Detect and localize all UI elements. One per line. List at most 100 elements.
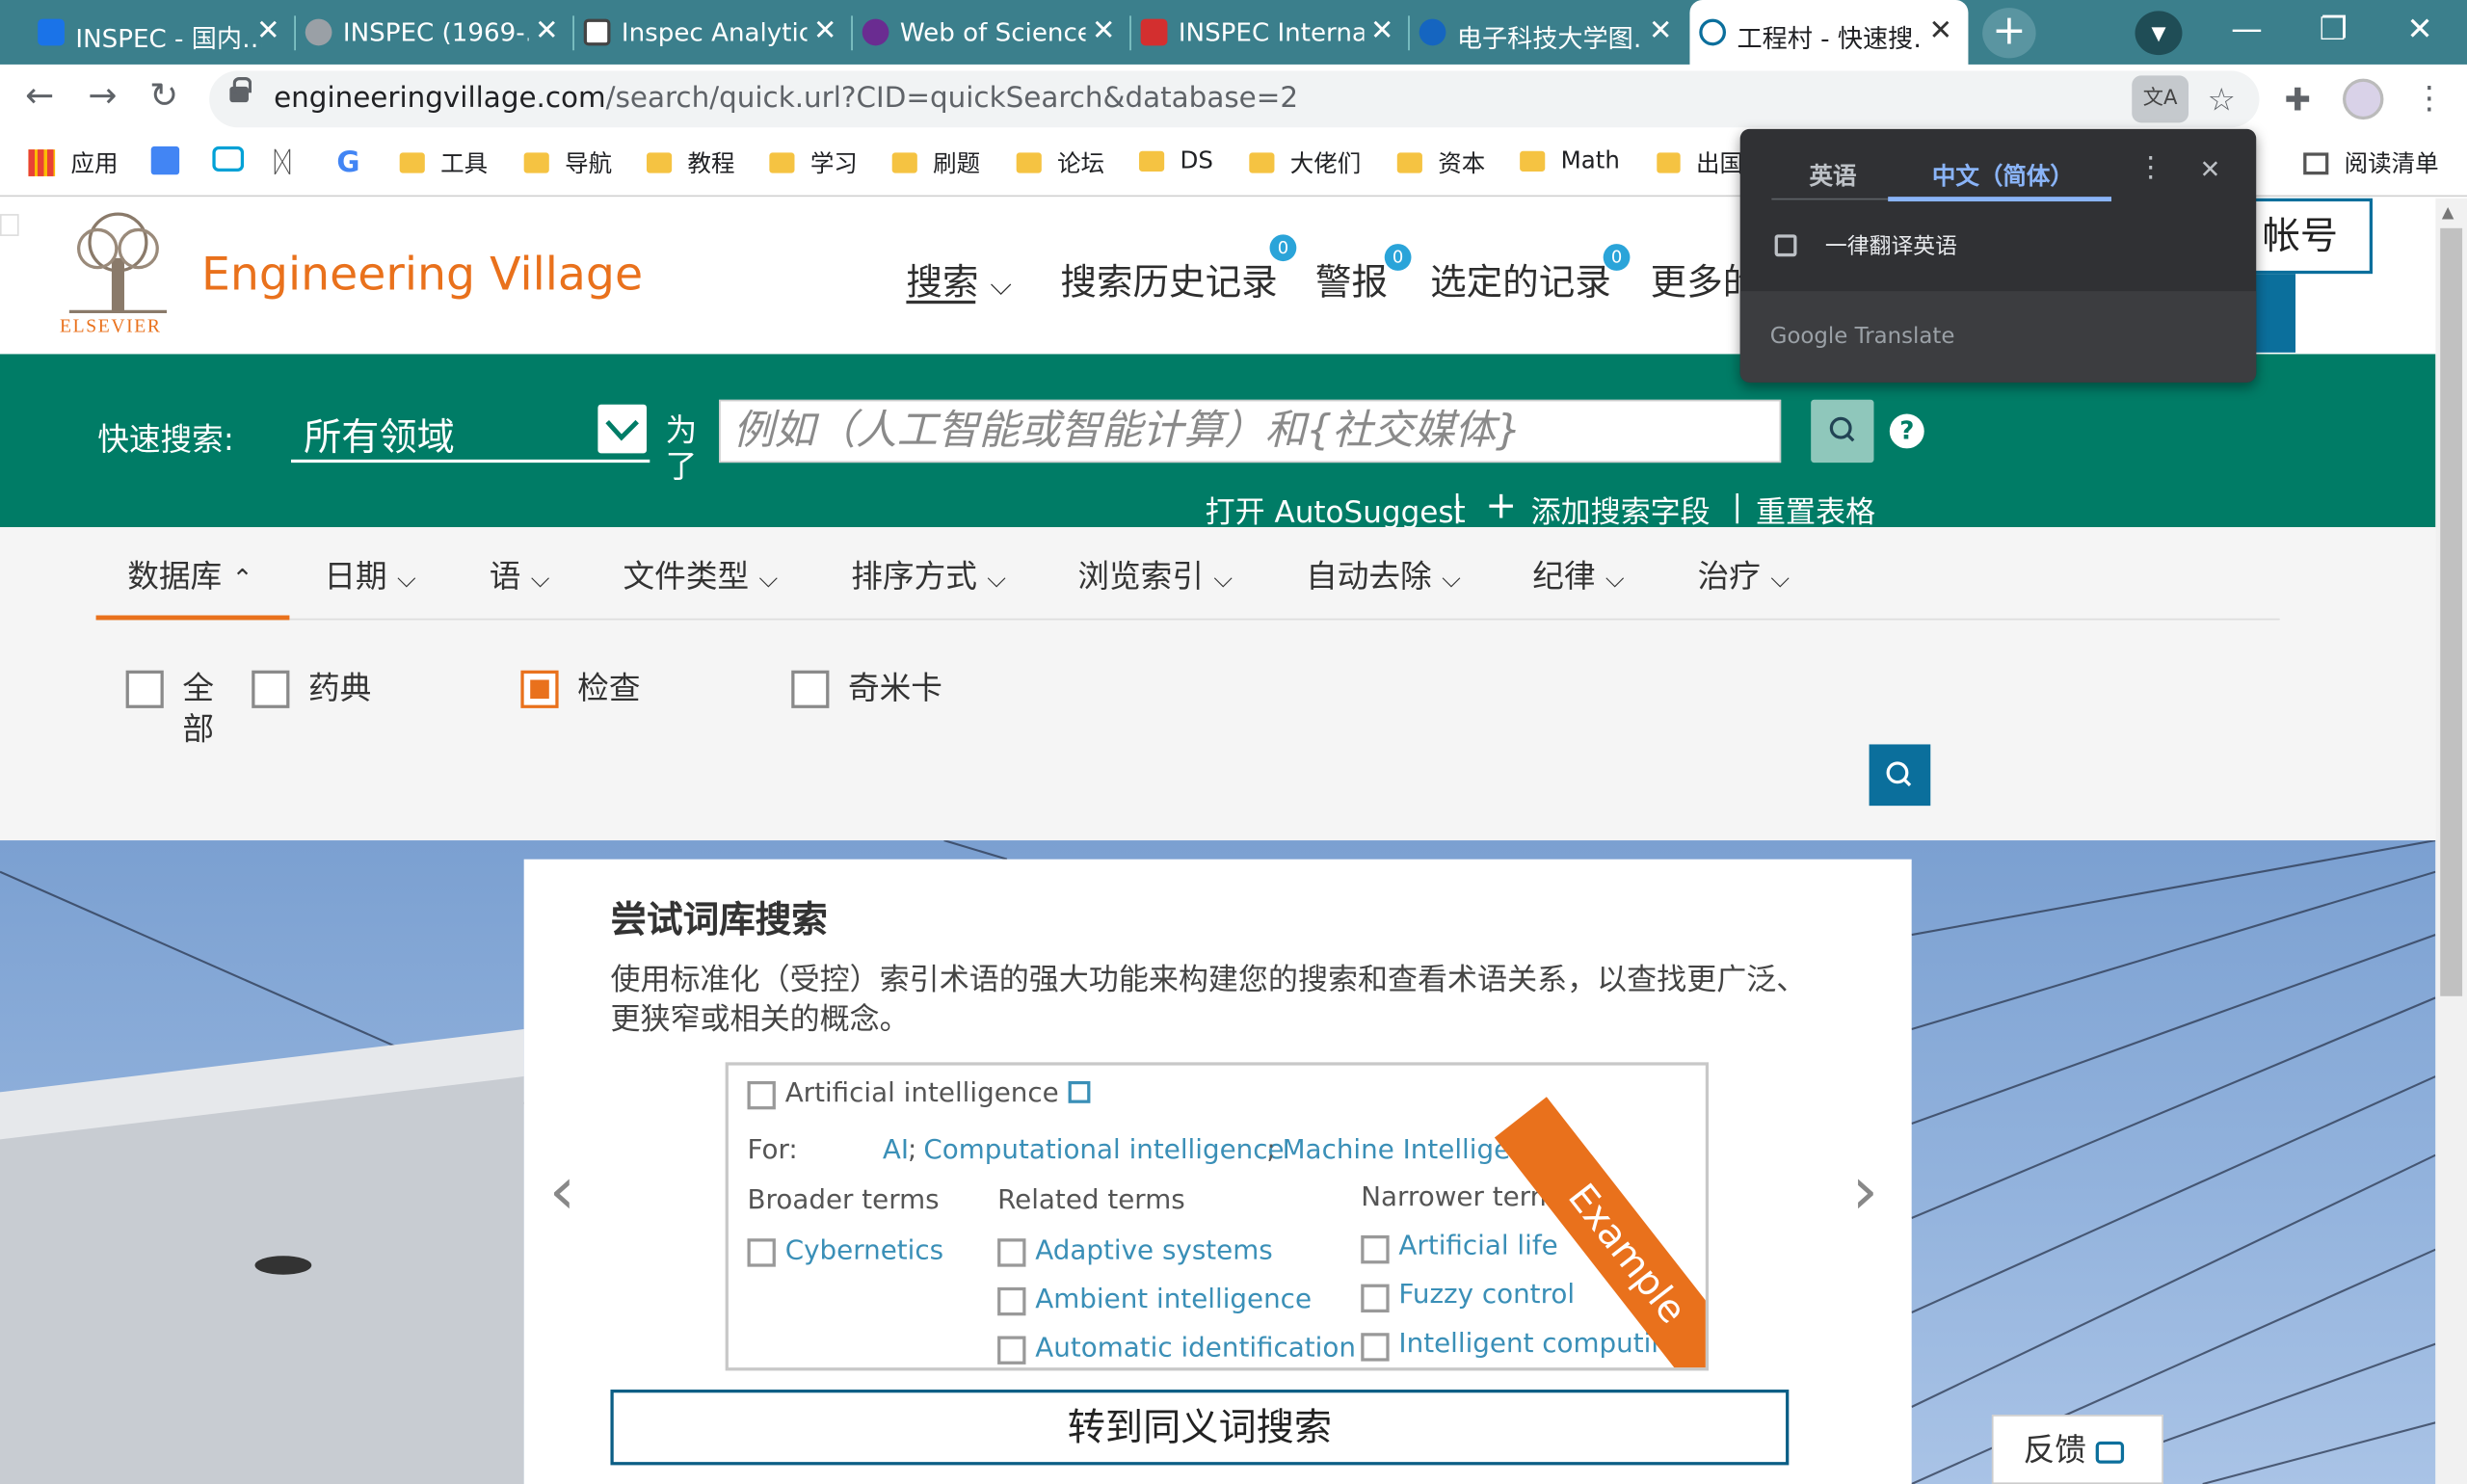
chevron-down-icon: ⌵: [987, 563, 1007, 594]
filter-tab-discipline[interactable]: 纪律 ⌵: [1532, 551, 1625, 596]
bookmark-folder[interactable]: 学习: [769, 146, 858, 179]
help-icon[interactable]: ?: [1889, 413, 1924, 449]
bookmark-star-icon[interactable]: ☆: [2208, 80, 2236, 118]
checkbox-all-databases[interactable]: [125, 670, 164, 708]
tab-3[interactable]: Inspec Analytic… ✕: [574, 0, 853, 65]
scroll-up-icon[interactable]: ▲: [2442, 204, 2454, 222]
filter-search-button[interactable]: [1869, 744, 1931, 807]
carousel-prev-icon[interactable]: ‹: [549, 1152, 575, 1229]
checkbox-compendex[interactable]: [252, 670, 290, 708]
example-related-header: Related terms: [997, 1184, 1185, 1217]
reset-form-link[interactable]: 重置表格: [1756, 490, 1875, 532]
autosuggest-toggle[interactable]: 打开 AutoSuggest: [1206, 490, 1466, 532]
extensions-icon[interactable]: ✚: [2285, 80, 2311, 118]
link-separator: |: [1732, 489, 1743, 524]
lock-icon[interactable]: [229, 77, 252, 103]
close-tab-icon[interactable]: ✕: [1092, 14, 1116, 47]
new-tab-button[interactable]: +: [1982, 8, 2036, 59]
reload-icon[interactable]: ↻: [149, 77, 178, 117]
bookmark-folder[interactable]: 工具: [399, 146, 488, 179]
filter-tab-browse-index[interactable]: 浏览索引 ⌵: [1077, 551, 1233, 596]
search-field-select[interactable]: 所有领域: [304, 406, 455, 461]
forward-icon[interactable]: →: [88, 77, 117, 117]
translate-bookmark-icon[interactable]: [150, 146, 180, 175]
nav-search[interactable]: 搜索 ⌵: [906, 252, 1011, 305]
profile-avatar[interactable]: [2343, 78, 2384, 120]
feedback-button[interactable]: 反馈: [1991, 1415, 2163, 1484]
checkbox-chimica[interactable]: [791, 670, 830, 708]
menu-kebab-icon[interactable]: ⋮: [2413, 79, 2445, 117]
tab-5[interactable]: INSPEC Interna… ✕: [1131, 0, 1410, 65]
account-button[interactable]: 帐号: [2249, 198, 2374, 275]
account-dropdown[interactable]: [2249, 274, 2296, 353]
search-button[interactable]: [1811, 399, 1874, 464]
nav-alerts[interactable]: 警报: [1315, 252, 1388, 305]
close-tab-icon[interactable]: ✕: [535, 14, 559, 47]
translate-page-icon[interactable]: 文A: [2132, 75, 2189, 123]
bookmark-folder[interactable]: DS: [1139, 146, 1213, 174]
inspec-favicon-icon: [1140, 18, 1168, 46]
restore-button[interactable]: ❐: [2302, 10, 2365, 47]
bookmark-folder[interactable]: 大佬们: [1249, 146, 1361, 179]
close-tab-icon[interactable]: ✕: [1370, 14, 1394, 47]
carousel-next-icon[interactable]: ›: [1852, 1152, 1878, 1229]
folder-icon: [1139, 149, 1165, 172]
search-input[interactable]: 例如（人工智能或智能计算）和{社交媒体}: [719, 399, 1782, 464]
minimize-button[interactable]: —: [2215, 10, 2278, 47]
tab-4[interactable]: Web of Science… ✕: [853, 0, 1131, 65]
butterfly-bookmark-icon[interactable]: ᛞ: [274, 146, 291, 179]
tab-2[interactable]: INSPEC (1969-… ✕: [296, 0, 574, 65]
close-tab-icon[interactable]: ✕: [1649, 14, 1673, 47]
filter-tab-date[interactable]: 日期 ⌵: [324, 551, 416, 596]
checkbox-inspec[interactable]: [520, 670, 559, 708]
add-search-field-link[interactable]: 添加搜索字段: [1531, 490, 1711, 532]
search-icon: [1829, 416, 1855, 442]
close-tab-icon[interactable]: ✕: [256, 14, 280, 47]
filter-tab-sort[interactable]: 排序方式 ⌵: [851, 551, 1006, 596]
bookmark-apps[interactable]: 应用: [28, 146, 118, 179]
bookmark-folder[interactable]: 资本: [1396, 146, 1485, 179]
nav-selected-records[interactable]: 选定的记录: [1430, 252, 1611, 305]
close-window-button[interactable]: ✕: [2388, 10, 2451, 47]
nav-search-history[interactable]: 搜索历史记录: [1060, 252, 1277, 305]
reading-list[interactable]: 阅读清单: [2303, 146, 2439, 179]
google-bookmark-icon[interactable]: G: [336, 146, 359, 179]
scrollbar-thumb[interactable]: [2440, 227, 2463, 996]
url-text[interactable]: engineeringvillage.com/search/quick.url?…: [274, 82, 1298, 115]
lang-source-tab[interactable]: 英语: [1810, 159, 1857, 192]
tab-search-button[interactable]: ▼: [2135, 11, 2183, 56]
tab-7-active[interactable]: 工程村 - 快速搜… ✕: [1689, 0, 1969, 65]
bookmark-folder[interactable]: Math: [1520, 146, 1620, 174]
tab-1[interactable]: INSPEC - 国内… ✕: [28, 0, 296, 65]
bookmark-folder[interactable]: 教程: [647, 146, 734, 179]
filter-tab-label: 浏览索引: [1077, 557, 1204, 596]
filter-tab-database[interactable]: 数据库 ⌃: [127, 551, 252, 596]
example-narrower-term: Intelligent computing: [1398, 1328, 1685, 1360]
close-tab-icon[interactable]: ✕: [1928, 14, 1952, 47]
bilibili-bookmark-icon[interactable]: [212, 146, 245, 172]
go-to-thesaurus-button[interactable]: 转到同义词搜索: [610, 1390, 1790, 1466]
bookmark-folder[interactable]: 论坛: [1016, 146, 1104, 179]
folder-icon: [647, 152, 673, 173]
example-separator: ;: [1266, 1134, 1276, 1167]
bookmark-folder[interactable]: 出国: [1657, 146, 1743, 179]
nav-more[interactable]: 更多的: [1651, 252, 1742, 305]
close-tab-icon[interactable]: ✕: [813, 14, 837, 47]
site-brand[interactable]: Engineering Village: [201, 247, 643, 301]
plus-icon[interactable]: +: [1485, 483, 1517, 527]
example-related-term: Automatic identification: [1035, 1333, 1356, 1365]
bookmark-folder[interactable]: 导航: [523, 146, 612, 179]
always-translate-checkbox[interactable]: [1774, 234, 1797, 257]
bookmark-folder[interactable]: 刷题: [891, 146, 980, 179]
filter-tab-doctype[interactable]: 文件类型 ⌵: [623, 551, 779, 596]
filter-tab-treatment[interactable]: 治疗 ⌵: [1698, 551, 1791, 596]
field-dropdown-button[interactable]: [597, 404, 648, 454]
options-kebab-icon[interactable]: ⋮: [2136, 151, 2164, 184]
bookmark-label: 大佬们: [1289, 149, 1362, 178]
lang-target-tab[interactable]: 中文（简体）: [1932, 159, 2074, 192]
filter-tab-autostem[interactable]: 自动去除 ⌵: [1306, 551, 1461, 596]
tab-6[interactable]: 电子科技大学图… ✕: [1410, 0, 1688, 65]
filter-tab-language[interactable]: 语 ⌵: [490, 551, 550, 596]
back-icon[interactable]: ←: [25, 77, 54, 117]
close-popup-icon[interactable]: ✕: [2199, 154, 2220, 184]
